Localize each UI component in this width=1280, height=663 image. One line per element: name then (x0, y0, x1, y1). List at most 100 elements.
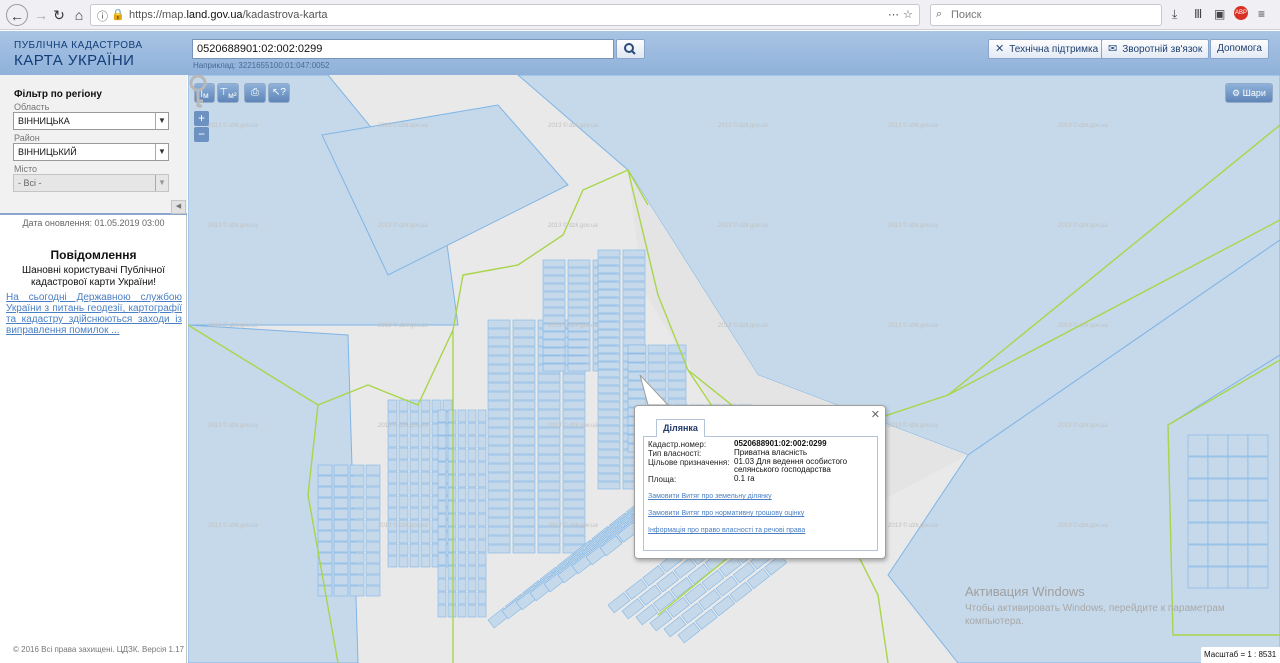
strip-parcel (447, 565, 457, 579)
identify-button[interactable]: ↖? (268, 83, 290, 103)
strip-parcel (1247, 500, 1269, 523)
strip-parcel (1247, 544, 1269, 567)
strip-parcel (542, 283, 566, 292)
menu-icon[interactable]: ≡ (1258, 7, 1265, 21)
strip-parcel (537, 490, 561, 500)
strip-parcel (1247, 434, 1269, 457)
strip-parcel (420, 531, 431, 544)
lock-icon[interactable]: 🔒 (111, 8, 125, 21)
cadastral-map[interactable] (188, 75, 1280, 663)
strip-parcel (409, 495, 420, 508)
strip-parcel (349, 585, 365, 597)
strip-parcel (437, 526, 447, 540)
strip-parcel (542, 363, 566, 372)
strip-parcel (597, 409, 621, 418)
strip-parcel (387, 543, 398, 556)
strip-parcel (477, 526, 487, 540)
support-button[interactable]: ✕ Технічна підтримка (988, 39, 1106, 59)
strip-parcel (622, 337, 646, 346)
reload-icon[interactable]: ↻ (48, 4, 70, 26)
strip-parcel (562, 409, 586, 419)
strip-parcel (512, 400, 536, 410)
search-button[interactable] (616, 39, 645, 59)
strip-parcel (512, 418, 536, 428)
strip-parcel (622, 273, 646, 282)
strip-parcel (333, 552, 349, 564)
strip-parcel (622, 321, 646, 330)
area-tool-button[interactable]: ⊤м² (217, 83, 239, 103)
strip-parcel (398, 399, 409, 412)
strip-parcel (512, 490, 536, 500)
strip-parcel (457, 448, 467, 462)
strip-parcel (487, 499, 511, 509)
strip-parcel (447, 487, 457, 501)
strip-parcel (447, 500, 457, 514)
strip-parcel (317, 519, 333, 531)
sidebar-icon[interactable]: ▣ (1214, 7, 1225, 21)
strip-parcel (487, 436, 511, 446)
strip-parcel (467, 500, 477, 514)
strip-parcel (333, 530, 349, 542)
strip-parcel (467, 513, 477, 527)
collapse-panel-button[interactable]: ◀ (171, 200, 186, 214)
extract-parcel-link[interactable]: Замовити Витяг про земельну ділянку (648, 493, 772, 500)
strip-parcel (365, 585, 381, 597)
strip-parcel (437, 591, 447, 605)
adblock-icon[interactable]: ABP (1234, 6, 1248, 20)
strip-parcel (467, 526, 477, 540)
city-label: Місто (14, 164, 38, 174)
ownership-info-link[interactable]: Інформація про право власності та речові… (648, 527, 805, 534)
strip-parcel (622, 265, 646, 274)
strip-parcel (437, 552, 447, 566)
notice-link[interactable]: На сьогодні Державною службою України з … (6, 292, 182, 336)
region-select[interactable]: ВІННИЦЬКА ▼ (13, 112, 169, 130)
strip-parcel (627, 389, 647, 399)
home-icon[interactable]: ⌂ (68, 4, 90, 26)
url-bar[interactable]: ⓘ 🔒 https://map.land.gov.ua/kadastrova-k… (90, 4, 920, 26)
feedback-button[interactable]: ✉ Зворотній зв'язок (1101, 39, 1210, 59)
back-arrow-icon[interactable]: ← (6, 4, 28, 26)
strip-parcel (1207, 544, 1229, 567)
strip-parcel (349, 486, 365, 498)
download-icon[interactable]: ⤓ (1172, 7, 1177, 22)
city-select[interactable]: - Всі - ▼ (13, 174, 169, 192)
strip-parcel (597, 377, 621, 386)
map-canvas[interactable]: |м ⊤м² ⎙ ↖? + − ⚙ Шари 2013 © dzk.gov.ua… (188, 75, 1280, 663)
watermark-text: 2013 © dzk.gov.ua (208, 223, 258, 229)
strip-parcel (487, 544, 511, 554)
layers-button[interactable]: ⚙ Шари (1225, 83, 1273, 103)
strip-parcel (387, 531, 398, 544)
district-select[interactable]: ВІННИЦЬКИЙ ▼ (13, 143, 169, 161)
strip-parcel (512, 328, 536, 338)
strip-parcel (647, 353, 667, 363)
close-icon[interactable]: ✕ (871, 408, 880, 421)
watermark-text: 2013 © dzk.gov.ua (1058, 523, 1108, 529)
page-actions-icon[interactable]: ⋯ (888, 8, 899, 21)
strip-parcel (333, 486, 349, 498)
watermark-text: 2013 © dzk.gov.ua (548, 223, 598, 229)
bookmark-star-icon[interactable]: ☆ (903, 8, 913, 21)
strip-parcel (537, 535, 561, 545)
library-icon[interactable]: Ⅲ (1194, 7, 1202, 21)
strip-parcel (1187, 500, 1209, 523)
watermark-text: 2013 © dzk.gov.ua (208, 423, 258, 429)
cadastral-search-input[interactable] (192, 39, 614, 59)
strip-parcel (512, 436, 536, 446)
strip-parcel (562, 391, 586, 401)
strip-parcel (349, 519, 365, 531)
extract-valuation-link[interactable]: Замовити Витяг про нормативну грошову оц… (648, 510, 804, 517)
browser-search-input[interactable]: ⌕ Поиск (930, 4, 1162, 26)
zoom-in-button[interactable]: + (194, 111, 209, 126)
info-icon[interactable]: ⓘ (97, 8, 108, 24)
zoom-out-button[interactable]: − (194, 127, 209, 142)
print-button[interactable]: ⎙ (244, 83, 266, 103)
strip-parcel (597, 393, 621, 402)
tab-parcel[interactable]: Ділянка (656, 419, 705, 437)
strip-parcel (387, 507, 398, 520)
envelope-icon: ✉ (1108, 43, 1118, 55)
strip-parcel (467, 539, 477, 553)
area-icon: ⊤ (219, 87, 229, 98)
strip-parcel (597, 329, 621, 338)
help-button[interactable]: Допомога (1210, 39, 1269, 59)
strip-parcel (1227, 478, 1249, 501)
